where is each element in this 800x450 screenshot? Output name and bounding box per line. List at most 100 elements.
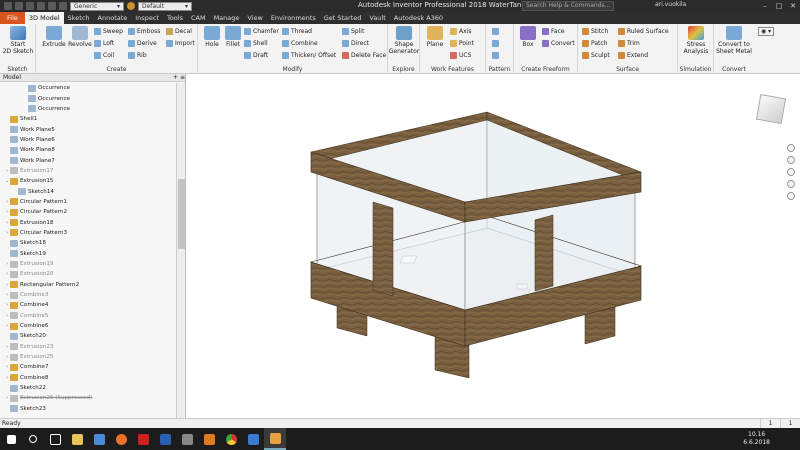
tab-autodesk-a360[interactable]: Autodesk A360 <box>390 12 447 24</box>
tab-annotate[interactable]: Annotate <box>94 12 132 24</box>
chamfer-button[interactable]: Chamfer <box>244 28 279 35</box>
tab-cam[interactable]: CAM <box>187 12 210 24</box>
fillet-button[interactable]: Fillet <box>222 26 244 48</box>
combine-button[interactable]: Combine <box>282 40 318 47</box>
tab-environments[interactable]: Environments <box>267 12 320 24</box>
tree-item[interactable]: Sketch14 <box>0 186 176 196</box>
model-view[interactable] <box>187 74 800 418</box>
tree-item[interactable]: Sketch19 <box>0 249 176 259</box>
tree-item[interactable]: › Combine6 <box>0 321 176 331</box>
tab-get-started[interactable]: Get Started <box>320 12 366 24</box>
undo-icon[interactable] <box>37 2 45 10</box>
sweep-button[interactable]: Sweep <box>94 28 123 35</box>
tab-3d-model[interactable]: 3D Model <box>24 12 64 24</box>
taskbar-chrome[interactable] <box>220 428 242 450</box>
browser-scrollbar[interactable] <box>176 83 185 418</box>
rib-button[interactable]: Rib <box>128 52 147 59</box>
tree-item[interactable]: › Extrusion18 <box>0 217 176 227</box>
axis-button[interactable]: Axis <box>450 28 471 35</box>
taskbar-mail[interactable] <box>176 428 198 450</box>
search-button[interactable] <box>22 428 44 450</box>
convert-sheet-metal-button[interactable]: Convert to Sheet Metal <box>716 26 752 55</box>
coil-button[interactable]: Coil <box>94 52 114 59</box>
look-at-icon[interactable] <box>787 192 795 200</box>
tree-item[interactable]: › Combine4 <box>0 300 176 310</box>
taskbar-firefox[interactable] <box>110 428 132 450</box>
start-button[interactable] <box>0 428 22 450</box>
taskbar-photos[interactable] <box>242 428 264 450</box>
tree-item[interactable]: Occurrence <box>0 93 176 103</box>
tab-inspect[interactable]: Inspect <box>131 12 163 24</box>
tree-item[interactable]: Sketch22 <box>0 383 176 393</box>
tree-item[interactable]: › Extrusion19 <box>0 259 176 269</box>
appearance-select[interactable]: Default ▾ <box>138 1 192 11</box>
tree-item[interactable]: › Combine3 <box>0 290 176 300</box>
new-icon[interactable] <box>4 2 12 10</box>
tree-item[interactable]: › Combine5 <box>0 311 176 321</box>
tree-item[interactable]: › Circular Pattern1 <box>0 197 176 207</box>
tree-item[interactable]: Shell1 <box>0 114 176 124</box>
emboss-button[interactable]: Emboss <box>128 28 160 35</box>
minimize-icon[interactable]: – <box>758 0 772 12</box>
plane-button[interactable]: Plane <box>424 26 446 48</box>
tree-item[interactable]: › Combine8 <box>0 373 176 383</box>
direct-button[interactable]: Direct <box>342 40 369 47</box>
extend-button[interactable]: Extend <box>618 52 648 59</box>
select-icon[interactable] <box>59 2 67 10</box>
draft-button[interactable]: Draft <box>244 52 268 59</box>
box-button[interactable]: Box <box>517 26 539 48</box>
maximize-icon[interactable]: □ <box>772 0 786 12</box>
scrollbar-thumb[interactable] <box>178 179 185 249</box>
tab-vault[interactable]: Vault <box>365 12 389 24</box>
decal-button[interactable]: Decal <box>166 28 192 35</box>
orbit-icon[interactable] <box>787 180 795 188</box>
tree-item[interactable]: › Circular Pattern2 <box>0 207 176 217</box>
tree-item[interactable]: ⌄ Extrusion15 <box>0 176 176 186</box>
taskbar-netflix[interactable] <box>132 428 154 450</box>
tree-item[interactable]: Work Plane5 <box>0 124 176 134</box>
tree-item[interactable]: Occurrence <box>0 104 176 114</box>
mirror-button[interactable] <box>492 52 499 59</box>
taskbar-edge[interactable] <box>198 428 220 450</box>
taskbar-inventor[interactable] <box>264 428 286 450</box>
save-icon[interactable] <box>26 2 34 10</box>
tree-item[interactable]: › Extrusion20 <box>0 269 176 279</box>
open-icon[interactable] <box>15 2 23 10</box>
tree-item[interactable]: › Circular Pattern3 <box>0 228 176 238</box>
tree-item[interactable]: Occurrence <box>0 83 176 93</box>
tree-item[interactable]: › Combine7 <box>0 362 176 372</box>
ruled-surface-button[interactable]: Ruled Surface <box>618 28 669 35</box>
user-name[interactable]: ari.vuokila <box>655 1 686 8</box>
close-icon[interactable]: ✕ <box>786 0 800 12</box>
loft-button[interactable]: Loft <box>94 40 114 47</box>
stitch-button[interactable]: Stitch <box>582 28 608 35</box>
tree-item[interactable]: › Extrusion17 <box>0 166 176 176</box>
delete-face-button[interactable]: Delete Face <box>342 52 386 59</box>
tree-item[interactable]: Work Plane7 <box>0 155 176 165</box>
extrude-button[interactable]: Extrude <box>40 26 68 48</box>
tab-tools[interactable]: Tools <box>163 12 187 24</box>
circular-pattern-button[interactable] <box>492 40 499 47</box>
system-clock[interactable]: 10.16 6.6.2018 <box>743 431 770 447</box>
tree-item[interactable]: › Extrusion25 <box>0 352 176 362</box>
zoom-icon[interactable] <box>787 168 795 176</box>
thicken-button[interactable]: Thicken/ Offset <box>282 52 336 59</box>
shell-button[interactable]: Shell <box>244 40 268 47</box>
trim-button[interactable]: Trim <box>618 40 640 47</box>
shape-generator-button[interactable]: Shape Generator <box>389 26 419 55</box>
tab-view[interactable]: View <box>243 12 266 24</box>
revolve-button[interactable]: Revolve <box>66 26 94 48</box>
point-button[interactable]: Point <box>450 40 474 47</box>
tab-sketch[interactable]: Sketch <box>64 12 94 24</box>
help-search-input[interactable]: Search Help & Commands... <box>522 1 614 11</box>
thread-button[interactable]: Thread <box>282 28 312 35</box>
start-sketch-button[interactable]: Start 2D Sketch <box>3 26 33 55</box>
graphics-window[interactable] <box>187 74 800 418</box>
pan-icon[interactable] <box>787 156 795 164</box>
derive-button[interactable]: Derive <box>128 40 157 47</box>
convert-button[interactable]: Convert <box>542 40 575 47</box>
import-button[interactable]: Import <box>166 40 195 47</box>
tree-item[interactable]: › Rectangular Pattern2 <box>0 280 176 290</box>
taskbar-explorer[interactable] <box>66 428 88 450</box>
tab-file[interactable]: File <box>0 12 25 24</box>
